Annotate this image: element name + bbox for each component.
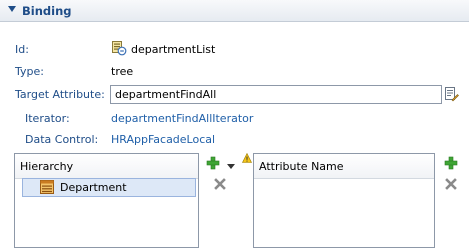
id-label: Id:	[15, 43, 29, 56]
table-icon	[40, 180, 54, 194]
id-value: departmentList	[131, 43, 216, 56]
add-attribute-icon[interactable]	[444, 156, 458, 170]
hierarchy-header-label: Hierarchy	[20, 160, 74, 173]
add-rule-icon[interactable]	[206, 156, 220, 170]
remove-rule-icon[interactable]	[214, 178, 226, 190]
data-control-link[interactable]: HRAppFacadeLocal	[111, 133, 215, 146]
edit-document-icon[interactable]	[443, 86, 459, 102]
warning-icon	[242, 152, 252, 163]
binding-list-icon	[111, 40, 127, 56]
iterator-link[interactable]: departmentFindAllIterator	[111, 112, 253, 125]
remove-attribute-icon[interactable]	[445, 178, 457, 190]
target-attribute-label: Target Attribute:	[15, 88, 105, 101]
binding-section-header[interactable]: Binding	[0, 0, 469, 22]
collapse-arrow-icon[interactable]	[8, 6, 16, 12]
tree-node-department[interactable]: Department	[22, 178, 196, 197]
type-value: tree	[111, 65, 134, 78]
section-title: Binding	[22, 4, 72, 18]
attribute-header: Attribute Name	[254, 154, 434, 179]
hierarchy-panel[interactable]: Hierarchy	[14, 153, 199, 248]
data-control-label: Data Control:	[25, 133, 99, 146]
hierarchy-header: Hierarchy	[15, 154, 198, 179]
tree-node-label: Department	[60, 181, 127, 194]
type-label: Type:	[15, 65, 44, 78]
attribute-header-label: Attribute Name	[259, 160, 344, 173]
attribute-panel[interactable]: Attribute Name	[253, 153, 435, 248]
dropdown-arrow-icon[interactable]	[226, 160, 236, 169]
target-attribute-input[interactable]	[110, 85, 442, 104]
iterator-label: Iterator:	[25, 112, 70, 125]
